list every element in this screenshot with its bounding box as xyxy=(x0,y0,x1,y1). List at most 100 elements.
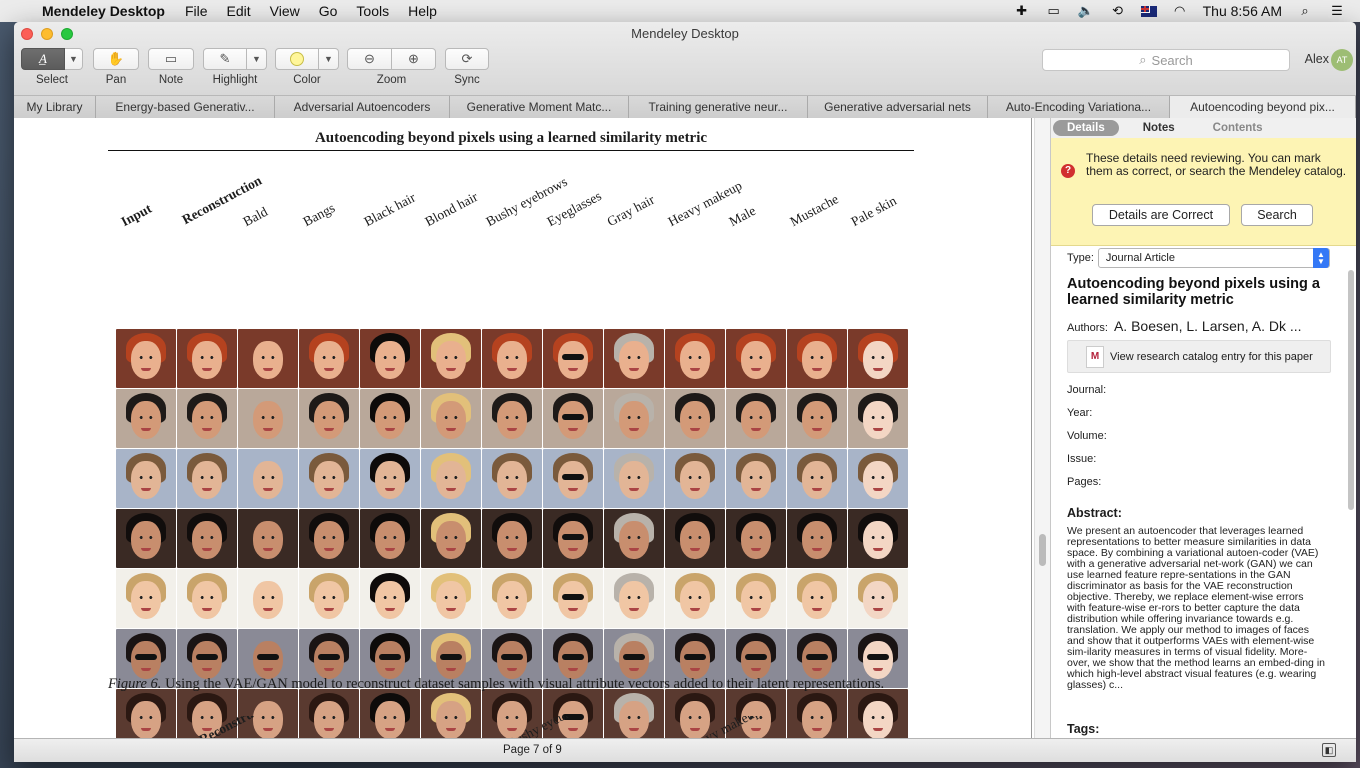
journal-field[interactable]: Journal: xyxy=(1067,379,1331,402)
menubar-clock[interactable]: Thu 8:56 AM xyxy=(1203,3,1282,19)
figure-column-label: Gray hair xyxy=(604,191,658,230)
notification-center-icon[interactable]: ☰ xyxy=(1328,3,1346,18)
tab-details[interactable]: Details xyxy=(1053,120,1119,136)
face-thumbnail xyxy=(421,509,481,568)
face-thumbnail xyxy=(177,509,237,568)
face-thumbnail xyxy=(360,329,420,388)
time-machine-icon[interactable]: ⟲ xyxy=(1109,3,1127,18)
face-thumbnail xyxy=(421,329,481,388)
tab-generative-moment[interactable]: Generative Moment Matc... xyxy=(450,96,629,118)
face-thumbnail xyxy=(421,449,481,508)
pages-field[interactable]: Pages: xyxy=(1067,471,1331,494)
figure-column-label: Black hair xyxy=(361,189,419,230)
select-tool-dropdown[interactable]: ▼ xyxy=(65,48,83,70)
sync-button[interactable]: ⟳ xyxy=(445,48,489,70)
select-tool-button[interactable]: A̲ xyxy=(21,48,65,70)
menu-go[interactable]: Go xyxy=(319,3,338,19)
tab-generative-adversarial-nets[interactable]: Generative adversarial nets xyxy=(808,96,988,118)
face-thumbnail xyxy=(665,569,725,628)
pdf-scrollbar[interactable] xyxy=(1034,118,1050,738)
pdf-viewer[interactable]: Autoencoding beyond pixels using a learn… xyxy=(14,118,1032,738)
authors-value[interactable]: A. Boesen, L. Larsen, A. Dk ... xyxy=(1114,318,1302,334)
face-thumbnail xyxy=(604,329,664,388)
catalog-search-button[interactable]: Search xyxy=(1241,204,1313,226)
figure-column-label: Input xyxy=(118,200,155,230)
pan-label: Pan xyxy=(105,74,127,86)
menu-edit[interactable]: Edit xyxy=(227,3,251,19)
spotlight-search-icon[interactable]: ⌕ xyxy=(1296,3,1314,18)
input-source-flag-icon[interactable] xyxy=(1140,5,1157,17)
sync-label: Sync xyxy=(454,74,480,86)
wifi-icon[interactable]: ◠ xyxy=(1171,3,1189,18)
tab-contents[interactable]: Contents xyxy=(1199,120,1277,136)
tab-energy-based[interactable]: Energy-based Generativ... xyxy=(96,96,275,118)
face-thumbnail xyxy=(177,449,237,508)
tab-notes[interactable]: Notes xyxy=(1129,120,1189,136)
panel-scrollbar-thumb[interactable] xyxy=(1348,270,1354,510)
face-thumbnail xyxy=(299,389,359,448)
select-label: Select xyxy=(36,74,68,86)
highlight-dropdown[interactable]: ▼ xyxy=(247,48,267,70)
menu-help[interactable]: Help xyxy=(408,3,437,19)
type-select[interactable]: Journal Article ▲ ▼ xyxy=(1097,248,1330,268)
tab-autoencoding-beyond-pixels[interactable]: Autoencoding beyond pix... xyxy=(1170,96,1356,118)
face-thumbnail xyxy=(360,449,420,508)
menu-tools[interactable]: Tools xyxy=(356,3,389,19)
face-thumbnail xyxy=(299,449,359,508)
abstract-text[interactable]: We present an autoencoder that leverages… xyxy=(1067,526,1325,691)
face-thumbnail xyxy=(421,569,481,628)
pan-tool-button[interactable]: ✋ xyxy=(93,48,139,70)
figure-column-label: Blond hair xyxy=(422,188,481,230)
paper-title[interactable]: Autoencoding beyond pixels using a learn… xyxy=(1067,276,1331,308)
figure-column-label: Pale skin xyxy=(848,192,899,230)
face-thumbnail xyxy=(238,389,298,448)
tab-auto-encoding-variational[interactable]: Auto-Encoding Variationa... xyxy=(988,96,1170,118)
face-thumbnail xyxy=(482,569,542,628)
face-thumbnail xyxy=(543,449,603,508)
user-name[interactable]: Alex xyxy=(1305,52,1329,66)
view-catalog-entry-button[interactable]: M View research catalog entry for this p… xyxy=(1067,340,1331,373)
tab-training-generative[interactable]: Training generative neur... xyxy=(629,96,808,118)
color-dropdown[interactable]: ▼ xyxy=(319,48,339,70)
highlight-tool-button[interactable]: ✎ xyxy=(203,48,247,70)
face-thumbnail xyxy=(299,329,359,388)
type-value: Journal Article xyxy=(1105,252,1175,264)
color-picker-button[interactable] xyxy=(275,48,319,70)
tags-heading: Tags: xyxy=(1067,722,1100,736)
airplay-icon[interactable]: ▭ xyxy=(1045,3,1063,18)
face-thumbnail xyxy=(726,569,786,628)
plus-status-icon[interactable]: ✚ xyxy=(1013,3,1031,18)
face-thumbnail xyxy=(665,449,725,508)
zoom-in-button[interactable]: ⊕ xyxy=(392,48,436,70)
zoom-label: Zoom xyxy=(376,74,407,86)
tab-adversarial-autoencoders[interactable]: Adversarial Autoencoders xyxy=(275,96,450,118)
toggle-panel-icon[interactable]: ◧ xyxy=(1322,743,1336,757)
face-thumbnail xyxy=(604,569,664,628)
year-field[interactable]: Year: xyxy=(1067,402,1331,425)
search-input[interactable]: ⌕ Search xyxy=(1042,49,1290,71)
avatar[interactable]: AT xyxy=(1331,49,1353,71)
face-thumbnail xyxy=(604,509,664,568)
panel-scrollbar[interactable] xyxy=(1346,268,1356,738)
issue-field[interactable]: Issue: xyxy=(1067,448,1331,471)
figure-column-label: Bald xyxy=(240,203,270,230)
menu-file[interactable]: File xyxy=(185,3,208,19)
face-thumbnail xyxy=(116,449,176,508)
app-menu[interactable]: Mendeley Desktop xyxy=(42,3,165,19)
search-placeholder: Search xyxy=(1151,52,1193,68)
face-thumbnail xyxy=(604,389,664,448)
view-catalog-label: View research catalog entry for this pap… xyxy=(1110,350,1313,363)
tab-my-library[interactable]: My Library xyxy=(14,96,96,118)
details-correct-button[interactable]: Details are Correct xyxy=(1092,204,1230,226)
note-tool-button[interactable]: ▭ xyxy=(148,48,194,70)
color-label: Color xyxy=(293,74,321,86)
yellow-color-swatch-icon xyxy=(290,52,304,66)
face-thumbnail xyxy=(848,449,908,508)
details-panel: Details Notes Contents ? These details n… xyxy=(1050,118,1356,738)
menu-view[interactable]: View xyxy=(270,3,300,19)
volume-icon[interactable]: 🔈 xyxy=(1077,3,1095,18)
pdf-scrollbar-thumb[interactable] xyxy=(1039,534,1046,566)
face-thumbnail xyxy=(726,449,786,508)
zoom-out-button[interactable]: ⊖ xyxy=(347,48,392,70)
volume-field[interactable]: Volume: xyxy=(1067,425,1331,448)
